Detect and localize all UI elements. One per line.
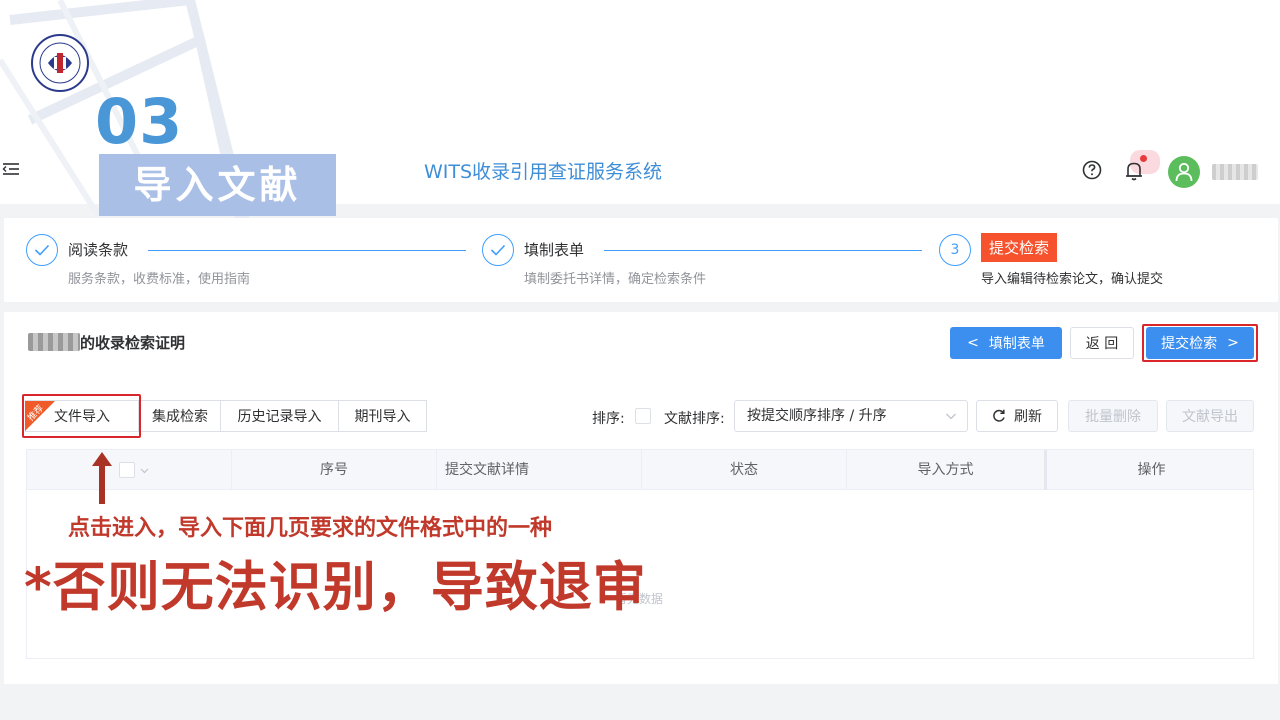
back-button[interactable]: 返 回 [1070,327,1134,359]
slide-number: 03 [95,85,184,158]
bell-icon [1126,162,1142,181]
step-done-circle [482,234,514,266]
refresh-label: 刷新 [1014,409,1042,425]
step-title: 填制表单 [524,241,585,259]
column-header: 导入方式 [847,450,1047,490]
card-title: 的收录检索证明 [80,334,186,352]
back-to-form-button[interactable]: < 填制表单 [950,327,1062,359]
redacted-name [28,333,80,351]
doc-sort-select[interactable]: 按提交顺序排序 / 升序 [734,400,968,432]
steps-card: 阅读条款 服务条款，收费标准，使用指南 填制表单 填制委托书详情，确定检索条件 … [4,218,1278,302]
column-header: 操作 [1137,462,1166,478]
back-label: 返 回 [1085,336,1119,352]
step-connector [148,250,466,251]
highlight-submit-box [1142,324,1258,362]
annotation-instruction: 点击进入，导入下面几页要求的文件格式中的一种 [68,516,553,541]
menu-collapse-icon[interactable] [2,160,20,178]
tab-label: 历史记录导入 [237,409,322,425]
select-all-checkbox[interactable] [119,462,135,478]
sort-label: 排序: [592,411,625,427]
user-icon [1175,162,1193,182]
refresh-icon [993,409,1005,422]
column-header: 序号 [232,450,437,490]
sort-checkbox[interactable] [635,408,651,424]
export-label: 文献导出 [1182,409,1238,425]
username-redacted[interactable] [1212,164,1258,180]
tab-label: 期刊导入 [354,409,411,425]
tab-integrated-search[interactable]: 集成检索 [139,400,221,432]
batch-delete-button[interactable]: 批量删除 [1068,400,1158,432]
app-title: WITS收录引用查证服务系统 [424,161,663,183]
select-all-header [27,450,232,490]
step-done-circle [26,234,58,266]
back-to-form-label: 填制表单 [988,336,1045,352]
tab-journal-import[interactable]: 期刊导入 [338,400,427,432]
tab-label: 集成检索 [152,409,208,425]
column-header: 提交文献详情 [437,450,642,490]
step-connector [604,250,922,251]
check-icon [490,244,506,256]
avatar[interactable] [1168,156,1200,188]
column-header: 状态 [642,450,847,490]
notification-dot [1140,155,1147,162]
export-button[interactable]: 文献导出 [1166,400,1254,432]
step-title: 阅读条款 [68,241,129,259]
chevron-left-icon: < [967,335,979,351]
main-card: 的收录检索证明 < 填制表单 返 回 提交检索 > 文件导入 推荐 集成检索 历… [4,312,1278,684]
step-desc: 服务条款，收费标准，使用指南 [68,272,251,287]
table-header: 序号 提交文献详情 状态 导入方式 操作 [27,450,1253,490]
doc-sort-value: 按提交顺序排序 / 升序 [747,408,887,424]
chevron-down-icon [946,413,956,420]
highlight-file-import-box [22,394,141,438]
chevron-down-icon[interactable] [140,466,149,475]
arrow-up-icon [92,452,112,504]
slide-title-box: 导入文献 [99,154,336,216]
help-icon[interactable] [1082,160,1102,180]
refresh-button[interactable]: 刷新 [976,400,1058,432]
step-title-active: 提交检索 [981,233,1058,262]
tab-history-import[interactable]: 历史记录导入 [220,400,339,432]
university-logo [31,34,89,92]
doc-sort-label: 文献排序: [664,411,725,427]
annotation-warning: *否则无法识别，导致退审 [24,557,647,618]
slide-title: 导入文献 [133,163,302,207]
check-icon [34,244,50,256]
step-desc: 导入编辑待检索论文，确认提交 [981,272,1164,287]
notification-button[interactable] [1124,150,1160,186]
step-desc: 填制委托书详情，确定检索条件 [524,272,707,287]
step-number-circle: 3 [939,234,971,266]
batch-delete-label: 批量删除 [1085,409,1141,425]
